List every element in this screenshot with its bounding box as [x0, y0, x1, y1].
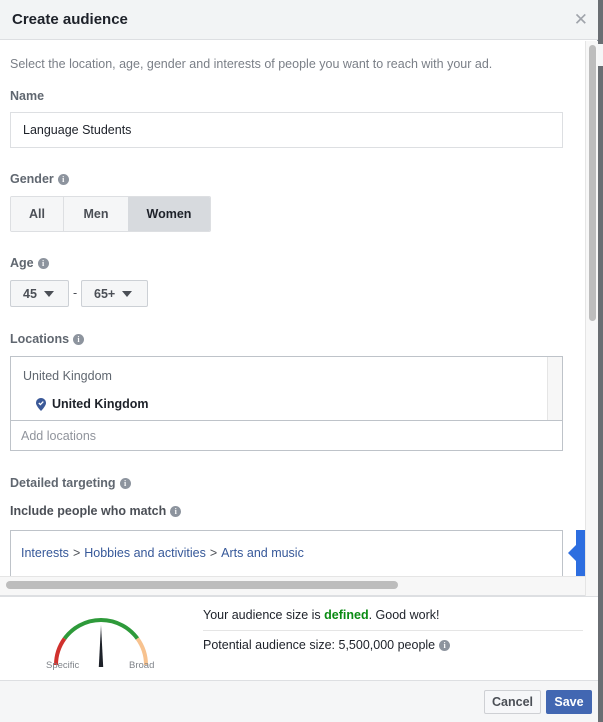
info-icon[interactable]: i	[170, 505, 182, 517]
include-label-text: Include people who match	[10, 504, 167, 518]
info-icon[interactable]: i	[57, 173, 69, 185]
name-label-text: Name	[10, 89, 45, 103]
locations-scrollbar[interactable]	[547, 357, 562, 420]
background-window-edge	[598, 0, 603, 722]
caret-down-icon	[43, 290, 54, 297]
age-min-dropdown[interactable]: 45	[10, 280, 69, 307]
horizontal-scrollbar-thumb[interactable]	[6, 581, 398, 589]
dialog-body: Select the location, age, gender and int…	[0, 41, 598, 596]
vertical-scrollbar-thumb[interactable]	[589, 45, 596, 321]
gender-option-men[interactable]: Men	[64, 197, 128, 231]
gender-option-women[interactable]: Women	[128, 197, 210, 231]
save-button[interactable]: Save	[546, 690, 592, 714]
age-max-dropdown[interactable]: 65+	[81, 280, 148, 307]
cancel-button[interactable]: Cancel	[484, 690, 541, 714]
selected-location-name: United Kingdom	[52, 397, 149, 411]
gauge-label-specific: Specific	[46, 660, 80, 671]
locations-box: United Kingdom United Kingdom	[10, 356, 563, 451]
include-label: Include people who match i	[10, 504, 182, 518]
gender-label-text: Gender	[10, 172, 54, 186]
dialog-footer: Cancel Save	[0, 680, 598, 722]
selected-locations-list: United Kingdom United Kingdom	[11, 357, 562, 421]
audience-name-input[interactable]	[10, 112, 563, 148]
age-label-text: Age	[10, 256, 34, 270]
age-min-value: 45	[23, 286, 37, 301]
caret-down-icon	[122, 290, 133, 297]
location-group-header: United Kingdom	[23, 369, 112, 383]
suggestions-tab[interactable]	[568, 530, 585, 576]
gender-selector: All Men Women	[10, 196, 211, 232]
crumb-separator: >	[72, 546, 81, 560]
age-max-value: 65+	[94, 286, 116, 301]
detailed-targeting-label: Detailed targeting i	[10, 476, 131, 490]
create-audience-dialog: Create audience ✕ Select the location, a…	[0, 0, 598, 722]
horizontal-scrollbar[interactable]	[0, 576, 585, 596]
status-suffix: . Good work!	[368, 608, 440, 622]
add-locations-input[interactable]	[11, 422, 562, 450]
dialog-header: Create audience ✕	[0, 0, 598, 40]
selected-location[interactable]: United Kingdom	[36, 397, 149, 411]
gender-option-all[interactable]: All	[11, 197, 64, 231]
summary-divider	[203, 630, 583, 631]
status-prefix: Your audience size is	[203, 608, 325, 622]
gauge-label-broad: Broad	[129, 660, 155, 671]
crumb-arts-music[interactable]: Arts and music	[221, 546, 304, 560]
audience-summary: Specific Broad Your audience size is def…	[0, 596, 598, 680]
dialog-title: Create audience	[12, 11, 128, 28]
status-value: defined	[324, 608, 369, 622]
info-icon[interactable]: i	[439, 639, 451, 651]
info-icon[interactable]: i	[119, 477, 131, 489]
locations-label-text: Locations	[10, 332, 70, 346]
crumb-interests[interactable]: Interests	[21, 546, 69, 560]
locations-label: Locations i	[10, 332, 85, 346]
close-icon[interactable]: ✕	[574, 10, 588, 30]
crumb-hobbies-activities[interactable]: Hobbies and activities	[84, 546, 206, 560]
audience-status: Your audience size is defined. Good work…	[203, 608, 439, 622]
gender-label: Gender i	[10, 172, 69, 186]
age-label: Age i	[10, 256, 49, 270]
intro-text: Select the location, age, gender and int…	[10, 57, 493, 71]
targeting-breadcrumb: Interests > Hobbies and activities > Art…	[21, 546, 304, 560]
info-icon[interactable]: i	[37, 257, 49, 269]
info-icon[interactable]: i	[73, 333, 85, 345]
crumb-separator: >	[209, 546, 218, 560]
location-pin-icon	[36, 397, 46, 411]
detailed-targeting-label-text: Detailed targeting	[10, 476, 116, 490]
vertical-scrollbar[interactable]	[585, 41, 598, 596]
gauge-needle	[98, 625, 104, 667]
potential-size-text: Potential audience size: 5,500,000 peopl…	[203, 638, 436, 652]
potential-audience-size: Potential audience size: 5,500,000 peopl…	[203, 638, 451, 652]
age-separator: -	[73, 286, 78, 300]
name-label: Name	[10, 89, 44, 103]
